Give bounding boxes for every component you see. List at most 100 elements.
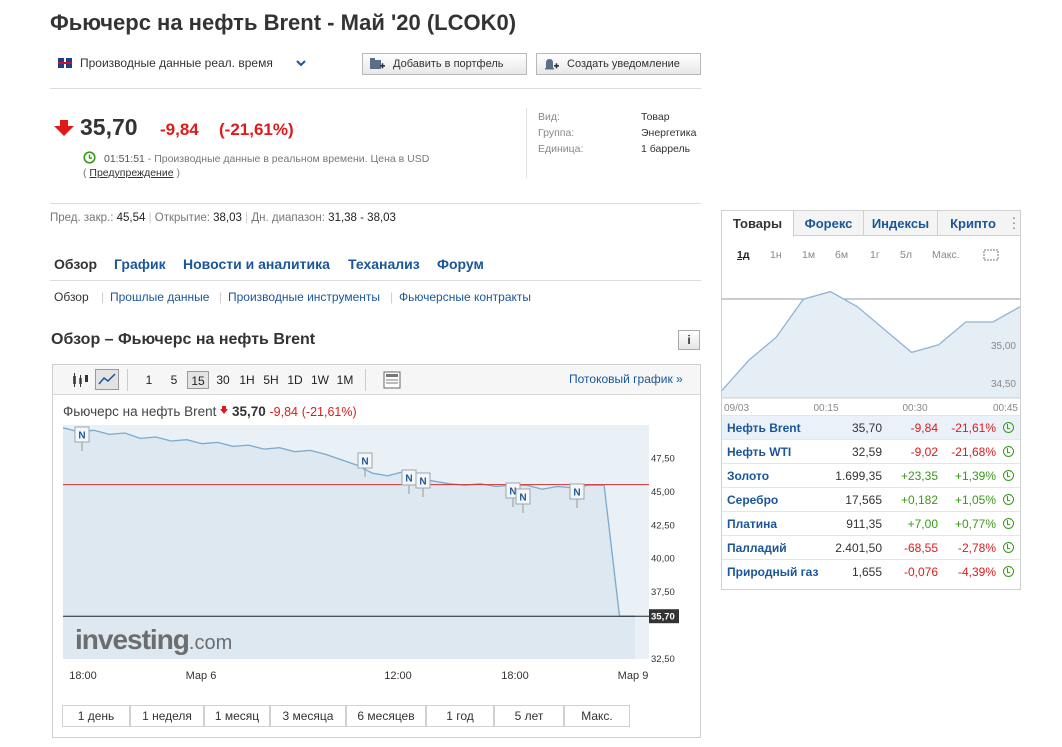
clock-icon (1003, 446, 1014, 457)
settings-panel-icon[interactable] (383, 371, 401, 389)
range-6m[interactable]: 6 месяцев (346, 705, 426, 727)
mini-chart[interactable]: 35,00 34,50 09/03 00:15 00:30 00:45 (722, 266, 1020, 414)
quote-last: 1,655 (851, 565, 882, 579)
subtab-futures[interactable]: Фьючерсные контракты (399, 290, 531, 304)
widget-tab-commodities[interactable]: Товары (722, 211, 794, 237)
news-marker-label: N (361, 457, 368, 468)
quote-change-pct: -4,39% (957, 565, 996, 579)
add-to-portfolio-button[interactable]: Добавить в портфель (362, 53, 527, 75)
interval-1m[interactable]: 1M (334, 371, 356, 389)
data-source-dropdown[interactable]: Производные данные реал. время (80, 56, 273, 70)
mini-x-tick: 00:30 (902, 403, 927, 414)
subtab-historical[interactable]: Прошлые данные (110, 290, 209, 304)
info-icon[interactable]: i (678, 330, 700, 350)
y-tick-label: 37,50 (651, 587, 675, 598)
quote-name[interactable]: Палладий (727, 541, 787, 555)
line-chart-button[interactable] (95, 369, 119, 390)
quote-row[interactable]: Золото 1.699,35 +23,35 +1,39% (722, 463, 1020, 487)
quote-change-pct: -21,68% (951, 445, 996, 459)
range-5y[interactable]: 5 лет (494, 705, 564, 727)
range-1w[interactable]: 1 неделя (130, 705, 204, 727)
quote-row[interactable]: Серебро 17,565 +0,182 +1,05% (722, 487, 1020, 511)
chart-toolbar: 1 5 15 30 1Н 5Н 1D 1W 1M Потоковый графи… (53, 365, 700, 395)
mini-x-tick: 00:15 (813, 403, 838, 414)
tab-overview[interactable]: Обзор (54, 256, 97, 272)
expand-icon[interactable] (983, 249, 999, 261)
interval-1d[interactable]: 1D (285, 371, 305, 389)
range-1d[interactable]: 1 день (62, 705, 130, 727)
quote-name[interactable]: Серебро (727, 493, 778, 507)
range-max[interactable]: Макс. (564, 705, 630, 727)
add-to-portfolio-label: Добавить в портфель (393, 58, 504, 70)
warning-link[interactable]: Предупреждение (89, 167, 173, 179)
divider (50, 280, 701, 281)
interval-1h[interactable]: 1Н (237, 371, 257, 389)
x-tick-label: 12:00 (384, 670, 412, 682)
interval-30[interactable]: 30 (214, 371, 232, 389)
range-1m[interactable]: 1 месяц (204, 705, 270, 727)
quote-note: - Производные данные в реальном времени.… (147, 153, 430, 165)
quote-row[interactable]: Платина 911,35 +7,00 +0,77% (722, 511, 1020, 535)
last-price-label: 35,70 (651, 612, 675, 623)
more-vertical-icon[interactable]: · · · (1010, 210, 1018, 234)
create-alert-button[interactable]: Создать уведомление (536, 53, 701, 75)
interval-1w[interactable]: 1W (309, 371, 331, 389)
candlestick-icon[interactable] (71, 373, 89, 387)
quote-row[interactable]: Природный газ 1,655 -0,076 -4,39% (722, 559, 1020, 583)
quote-last: 1.699,35 (835, 469, 882, 483)
interval-5[interactable]: 5 (167, 371, 181, 389)
widget-tab-crypto[interactable]: Крипто (938, 211, 1008, 236)
quote-change: -68,55 (903, 541, 938, 555)
range-3m[interactable]: 3 месяца (270, 705, 346, 727)
period-5y[interactable]: 5л (900, 249, 912, 261)
arrow-down-icon (54, 120, 74, 136)
period-1w[interactable]: 1н (770, 249, 782, 261)
period-1m[interactable]: 1м (802, 249, 815, 261)
price-chart[interactable]: 47,50 45,00 42,50 40,00 37,50 32,50 35,70 18:00… (53, 395, 700, 735)
tab-news[interactable]: Новости и аналитика (183, 256, 330, 272)
quote-change-pct: +0,77% (954, 517, 996, 531)
widget-tab-indices[interactable]: Индексы (864, 211, 938, 236)
quote-row[interactable]: Нефть WTI 32,59 -9,02 -21,68% (722, 439, 1020, 463)
quote-last: 17,565 (845, 493, 882, 507)
warning-close: ) (176, 167, 180, 179)
subtab-overview[interactable]: Обзор (54, 290, 89, 304)
x-tick-label: 18:00 (69, 670, 97, 682)
info-group-value: Энергетика (641, 127, 697, 139)
mini-y-tick: 35,00 (991, 341, 1016, 352)
period-6m[interactable]: 6м (835, 249, 848, 261)
quote-name[interactable]: Золото (727, 469, 769, 483)
quote-name[interactable]: Нефть Brent (727, 421, 801, 435)
y-tick-label: 32,50 (651, 654, 675, 665)
range-1y[interactable]: 1 год (426, 705, 494, 727)
quote-last: 911,35 (846, 517, 882, 531)
quote-name[interactable]: Нефть WTI (727, 445, 791, 459)
period-max[interactable]: Макс. (932, 249, 960, 261)
period-1y[interactable]: 1г (870, 249, 880, 261)
quote-change: +7,00 (907, 517, 938, 531)
quote-change: -0,076 (903, 565, 938, 579)
period-1d[interactable]: 1д (737, 249, 750, 261)
y-tick-label: 47,50 (651, 453, 675, 464)
interval-1[interactable]: 1 (142, 371, 156, 389)
news-marker-label: N (519, 493, 526, 504)
tab-technical[interactable]: Теханализ (348, 256, 420, 272)
tab-forum[interactable]: Форум (437, 256, 484, 272)
clock-icon (83, 151, 96, 164)
quote-row[interactable]: Палладий 2.401,50 -68,55 -2,78% (722, 535, 1020, 559)
section-title: Обзор – Фьючерс на нефть Brent (51, 331, 316, 348)
y-tick-label: 40,00 (651, 554, 675, 565)
tab-chart[interactable]: График (114, 256, 166, 272)
news-marker-label: N (419, 477, 426, 488)
subtab-derivatives[interactable]: Производные инструменты (228, 290, 380, 304)
stats-bar: Пред. закр.: 45,54 | Открытие: 38,03 | Д… (50, 212, 396, 224)
widget-tab-forex[interactable]: Форекс (794, 211, 864, 236)
quote-name[interactable]: Платина (727, 517, 777, 531)
interval-15[interactable]: 15 (187, 371, 209, 389)
interval-5h[interactable]: 5Н (261, 371, 281, 389)
chevron-down-icon[interactable] (296, 60, 306, 68)
quote-name[interactable]: Природный газ (727, 565, 818, 579)
clock-icon (1003, 518, 1014, 529)
streaming-chart-link[interactable]: Потоковый график » (569, 372, 683, 386)
quote-row[interactable]: Нефть Brent 35,70 -9,84 -21,61% (722, 415, 1020, 439)
